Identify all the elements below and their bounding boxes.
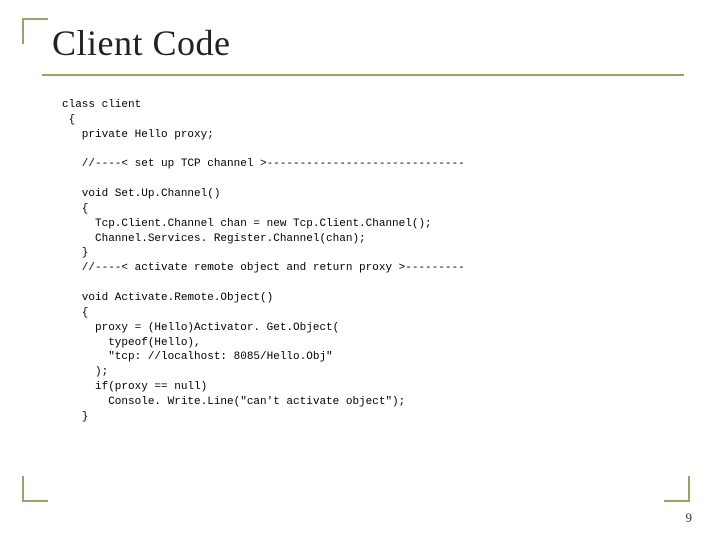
title-container: Client Code [42, 18, 684, 76]
code-block: class client { private Hello proxy; //--… [62, 98, 692, 425]
corner-decoration-bottom-left [22, 476, 48, 502]
corner-decoration-top-left [22, 18, 48, 44]
page-title: Client Code [52, 22, 684, 64]
corner-decoration-bottom-right [664, 476, 690, 502]
page-number: 9 [686, 510, 693, 526]
slide: Client Code class client { private Hello… [0, 0, 720, 540]
